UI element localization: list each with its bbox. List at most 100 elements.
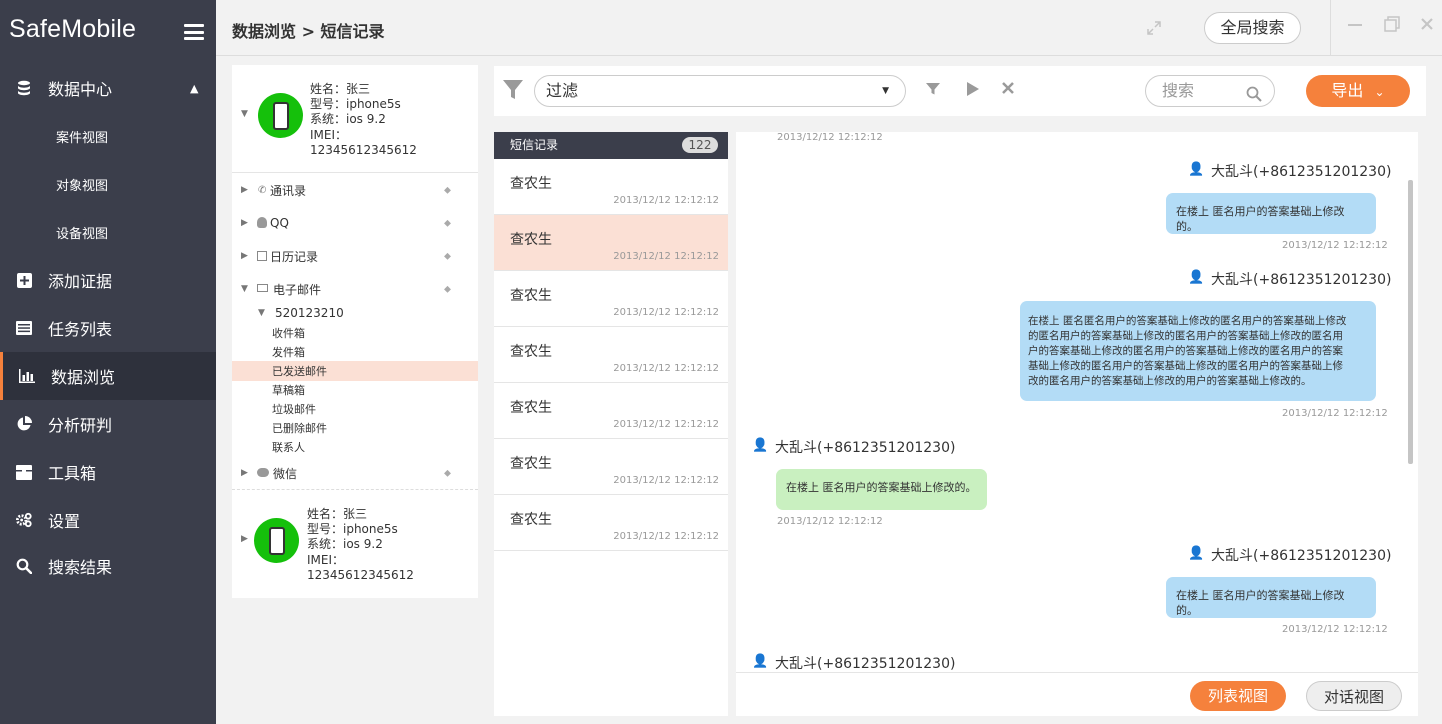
nav-case-view-label: 案件视图: [56, 130, 109, 146]
nav-data-center[interactable]: 数据中心 ▲: [0, 64, 216, 112]
export-button[interactable]: 导出 ⌄: [1306, 75, 1410, 107]
nav-task-list[interactable]: 任务列表: [0, 304, 216, 352]
tree-item-contacts[interactable]: ▶ ✆ 通讯录 ⬥: [232, 180, 478, 200]
timestamp: 2013/12/12 12:12:12: [613, 419, 719, 430]
tree-folder-drafts[interactable]: 草稿箱: [232, 380, 478, 400]
list-item[interactable]: 查农生 2013/12/12 12:12:12: [494, 215, 728, 271]
tree-item-email[interactable]: ▼ 电子邮件 ⬥: [232, 279, 478, 299]
contact-name: 查农生: [510, 456, 552, 472]
list-view-button[interactable]: 列表视图: [1190, 681, 1286, 711]
tree-folder-sent[interactable]: 已发送邮件: [232, 361, 478, 381]
list-item[interactable]: 查农生 2013/12/12 12:12:12: [494, 439, 728, 495]
message-text-line: 改的匿名用户的答案基础上修改的用户的答案基础上修改的。: [1028, 375, 1312, 387]
caret-right-icon: ▶: [241, 251, 248, 261]
message-text-line: 基础上修改的匿名用户的答案基础上修改的匿名用户的答案基础上修: [1028, 360, 1343, 372]
nav-search-results[interactable]: 搜索结果: [0, 542, 216, 590]
nav-object-view[interactable]: 对象视图: [0, 160, 216, 208]
database-icon: [16, 80, 32, 96]
message-text-line: 的匿名用户的答案基础上修改的匿名用户的答案基础上修改的匿名用: [1028, 330, 1343, 342]
message-text-line: 户的答案基础上修改的匿名用户的答案基础上修改的匿名用户的答案: [1028, 345, 1343, 357]
nav-settings[interactable]: 设置: [0, 496, 216, 544]
nav-device-view[interactable]: 设备视图: [0, 208, 216, 256]
plus-square-icon: [16, 272, 32, 288]
device-imei: 12345612345612: [307, 567, 414, 582]
search-input[interactable]: 搜索: [1145, 75, 1275, 107]
list-item[interactable]: 查农生 2013/12/12 12:12:12: [494, 495, 728, 551]
nav-analysis[interactable]: 分析研判: [0, 400, 216, 448]
nav-data-browse-label: 数据浏览: [51, 368, 116, 387]
apply-filter-icon[interactable]: [926, 82, 940, 100]
tree-folder-deleted[interactable]: 已删除邮件: [232, 418, 478, 438]
contact-name: 查农生: [510, 512, 552, 528]
window-separator: [1330, 0, 1331, 56]
message-bubble[interactable]: 在楼上 匿名用户的答案基础上修改的。: [1166, 577, 1376, 618]
top-bar: 数据浏览 > 短信记录 全局搜索: [216, 0, 1442, 56]
device-info: 姓名：张三 型号：iphone5s 系统：ios 9.2 IMEI： 12345…: [310, 82, 417, 158]
qq-icon: [257, 217, 267, 228]
message-sender: 大乱斗(+8612351201230): [775, 656, 956, 672]
tag-icon[interactable]: ⬥: [444, 468, 451, 479]
list-item[interactable]: 查农生 2013/12/12 12:12:12: [494, 383, 728, 439]
list-icon: [16, 320, 32, 336]
count-badge: 122: [682, 137, 718, 153]
caret-down-icon[interactable]: ▼: [241, 109, 248, 119]
message-text: 在楼上 匿名用户的答案基础上修改的。: [786, 481, 977, 494]
message-bubble[interactable]: 在楼上 匿名用户的答案基础上修改的。: [776, 469, 987, 510]
tag-icon[interactable]: ⬥: [444, 284, 451, 295]
contact-name: 查农生: [510, 176, 552, 192]
tag-icon[interactable]: ⬥: [444, 185, 451, 196]
message-bubble[interactable]: 在楼上 匿名匿名用户的答案基础上修改的匿名用户的答案基础上修改 的匿名用户的答案…: [1020, 301, 1376, 401]
tree-folder-contacts[interactable]: 联系人: [232, 437, 478, 457]
global-search-button[interactable]: 全局搜索: [1204, 12, 1301, 44]
nav-data-browse[interactable]: 数据浏览: [0, 352, 216, 400]
tag-icon[interactable]: ⬥: [444, 218, 451, 229]
nav-add-evidence-label: 添加证据: [48, 272, 113, 291]
tag-icon[interactable]: ⬥: [444, 251, 451, 262]
clear-icon[interactable]: [1002, 82, 1014, 98]
device-card[interactable]: ▼ 姓名：张三 型号：iphone5s 系统：ios 9.2 IMEI： 123…: [232, 65, 478, 173]
device-card[interactable]: ▶ 姓名：张三 型号：iphone5s 系统：ios 9.2 IMEI： 123…: [232, 490, 478, 598]
nav-case-view[interactable]: 案件视图: [0, 112, 216, 160]
restore-icon[interactable]: [1384, 16, 1400, 36]
search-placeholder: 搜索: [1162, 81, 1195, 100]
menu-icon[interactable]: [184, 24, 204, 40]
dropdown-arrow-icon: ▼: [882, 86, 889, 96]
message-bubble[interactable]: 在楼上 匿名用户的答案基础上修改的。: [1166, 193, 1376, 234]
fullscreen-icon[interactable]: [1146, 20, 1162, 36]
timestamp: 2013/12/12 12:12:12: [613, 307, 719, 318]
device-imei-label: IMEI：: [307, 552, 345, 567]
minimize-icon[interactable]: [1348, 16, 1362, 35]
device-name: 姓名：张三: [307, 507, 368, 521]
list-item[interactable]: 查农生 2013/12/12 12:12:12: [494, 271, 728, 327]
timestamp: 2013/12/12 12:12:12: [1282, 624, 1388, 635]
filter-select-value: 过滤: [546, 81, 579, 100]
tree-folder-outbox[interactable]: 发件箱: [232, 342, 478, 362]
tree-item-qq[interactable]: ▶ QQ ⬥: [232, 213, 478, 233]
tree-folder-label: 收件箱: [272, 327, 305, 340]
tree-item-label: 微信: [273, 466, 298, 481]
nav-analysis-label: 分析研判: [48, 416, 113, 435]
tree-folder-inbox[interactable]: 收件箱: [232, 323, 478, 343]
play-icon[interactable]: [966, 82, 979, 100]
caret-right-icon[interactable]: ▶: [241, 534, 248, 544]
user-icon: 👤: [1188, 270, 1205, 285]
tree-item-wechat[interactable]: ▶ 微信 ⬥: [232, 463, 478, 483]
message-text: 在楼上 匿名用户的答案基础上修改的。: [1176, 589, 1345, 617]
nav-add-evidence[interactable]: 添加证据: [0, 256, 216, 304]
user-icon: 👤: [752, 438, 769, 453]
filter-select[interactable]: 过滤 ▼: [534, 75, 906, 107]
list-item[interactable]: 查农生 2013/12/12 12:12:12: [494, 159, 728, 215]
sidebar: SafeMobile 数据中心 ▲ 案件视图 对象视图 设备视图 添加证据 任务…: [0, 0, 216, 724]
tree-folder-junk[interactable]: 垃圾邮件: [232, 399, 478, 419]
sms-list-title: 短信记录: [510, 138, 559, 152]
nav-toolbox[interactable]: 工具箱: [0, 448, 216, 496]
tree-item-calendar[interactable]: ▶ 日历记录 ⬥: [232, 246, 478, 266]
search-icon[interactable]: [1246, 82, 1262, 112]
dialog-view-button[interactable]: 对话视图: [1306, 681, 1402, 711]
list-item[interactable]: 查农生 2013/12/12 12:12:12: [494, 327, 728, 383]
tree-item-account[interactable]: ▼ 520123210: [232, 303, 478, 323]
nav-data-center-label: 数据中心: [48, 80, 113, 99]
close-icon[interactable]: [1420, 16, 1434, 35]
timestamp: 2013/12/12 12:12:12: [613, 475, 719, 486]
conversation-scrollbar[interactable]: [1406, 132, 1416, 672]
